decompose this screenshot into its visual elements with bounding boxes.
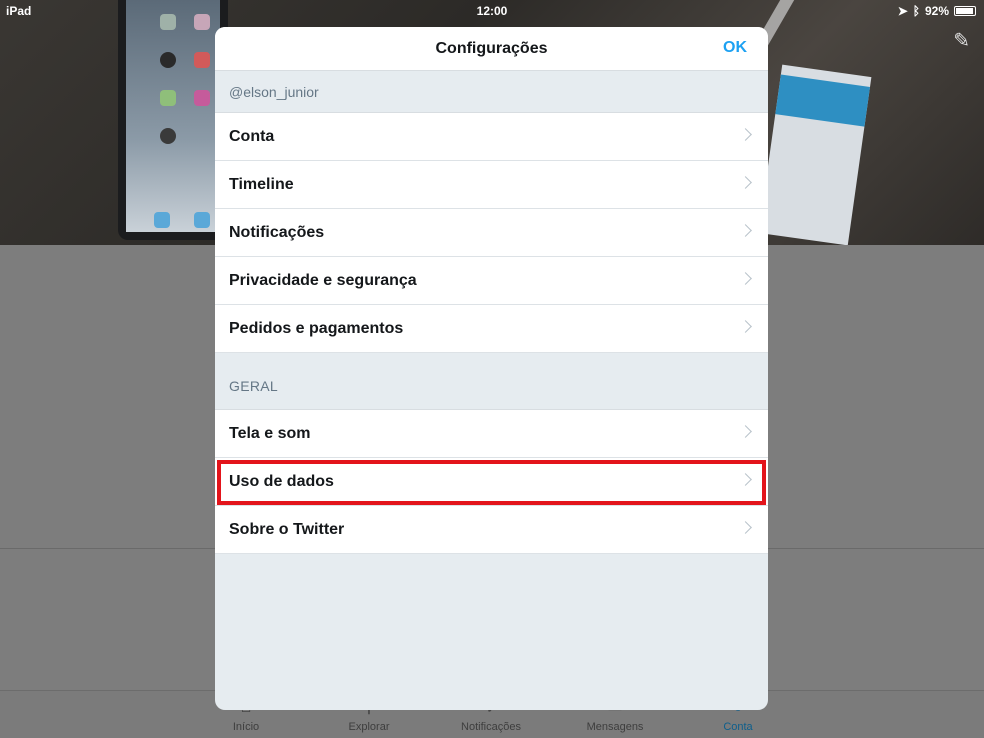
chevron-right-icon — [739, 473, 752, 486]
bluetooth-icon: ᛒ — [912, 4, 920, 18]
settings-item-uso-de-dados[interactable]: Uso de dados — [215, 458, 768, 506]
status-time: 12:00 — [476, 4, 508, 18]
chevron-right-icon — [739, 176, 752, 189]
settings-item-label: Pedidos e pagamentos — [229, 319, 404, 337]
account-handle-header: @elson_junior — [215, 71, 768, 113]
photo-badge — [758, 64, 872, 246]
compose-icon[interactable]: ✎ — [953, 28, 970, 53]
chevron-right-icon — [739, 272, 752, 285]
settings-item-privacidade[interactable]: Privacidade e segurança — [215, 257, 768, 305]
settings-item-timeline[interactable]: Timeline — [215, 161, 768, 209]
battery-icon — [954, 6, 976, 16]
modal-title: Configurações — [435, 40, 548, 57]
settings-item-label: Notificações — [229, 223, 325, 241]
status-right: ➤ ᛒ 92% — [898, 4, 976, 18]
general-section-header: GERAL — [215, 353, 768, 410]
settings-item-sobre[interactable]: Sobre o Twitter — [215, 506, 768, 554]
settings-item-label: Sobre o Twitter — [229, 520, 345, 538]
location-icon: ➤ — [897, 4, 908, 18]
settings-item-label: Privacidade e segurança — [229, 271, 417, 289]
settings-item-label: Conta — [229, 127, 275, 145]
chevron-right-icon — [739, 425, 752, 438]
chevron-right-icon — [739, 128, 752, 141]
chevron-right-icon — [739, 521, 752, 534]
chevron-right-icon — [739, 224, 752, 237]
settings-item-notificacoes[interactable]: Notificações — [215, 209, 768, 257]
photo-tablet — [118, 0, 228, 240]
settings-item-label: Timeline — [229, 175, 294, 193]
settings-modal: Configurações OK @elson_junior Conta Tim… — [215, 27, 768, 710]
settings-item-pedidos[interactable]: Pedidos e pagamentos — [215, 305, 768, 353]
settings-item-conta[interactable]: Conta — [215, 113, 768, 161]
settings-item-tela-e-som[interactable]: Tela e som — [215, 410, 768, 458]
chevron-right-icon — [739, 320, 752, 333]
ok-button[interactable]: OK — [723, 39, 747, 57]
settings-item-label: Uso de dados — [229, 472, 334, 490]
status-bar: iPad 12:00 ➤ ᛒ 92% — [0, 0, 984, 20]
battery-percent: 92% — [924, 4, 949, 18]
modal-header: Configurações OK — [215, 27, 768, 71]
settings-item-label: Tela e som — [229, 424, 311, 442]
